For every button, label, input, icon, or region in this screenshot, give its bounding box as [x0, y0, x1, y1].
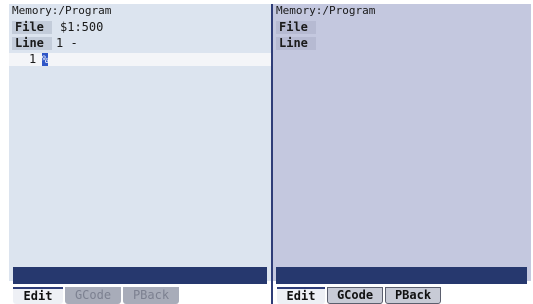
left-file-value: $1:500 — [60, 20, 104, 34]
left-line-label: Line — [12, 37, 52, 50]
right-tab-bar: Edit GCode PBack — [277, 287, 527, 304]
right-input-bar[interactable] — [276, 267, 527, 284]
left-program-pane: Memory:/Program File $1:500 Line 1 - 1 % — [9, 4, 271, 284]
right-program-pane: Memory:/Program File Line — [273, 4, 531, 284]
tab-gcode-right[interactable]: GCode — [327, 287, 383, 304]
right-line-row: Line — [276, 37, 321, 50]
left-input-bar[interactable] — [13, 267, 267, 284]
right-file-row: File — [276, 21, 321, 34]
tab-pback-left[interactable]: PBack — [123, 287, 179, 304]
tab-pback-right[interactable]: PBack — [385, 287, 441, 304]
tab-edit-left[interactable]: Edit — [13, 287, 63, 304]
left-line-value: 1 - — [56, 36, 78, 50]
left-tab-bar: Edit GCode PBack — [13, 287, 263, 304]
program-line-number: 1 — [29, 52, 37, 66]
tab-edit-right[interactable]: Edit — [277, 287, 325, 304]
left-file-label: File — [12, 21, 52, 34]
text-cursor[interactable]: % — [42, 53, 49, 66]
tab-gcode-left[interactable]: GCode — [65, 287, 121, 304]
program-line-row[interactable]: 1 % — [9, 53, 271, 66]
right-path-label: Memory:/Program — [276, 4, 376, 17]
right-file-label: File — [276, 21, 316, 34]
left-file-row: File $1:500 — [12, 21, 122, 34]
left-line-row: Line 1 - — [12, 37, 122, 50]
right-line-label: Line — [276, 37, 316, 50]
left-path-label: Memory:/Program — [12, 4, 112, 17]
